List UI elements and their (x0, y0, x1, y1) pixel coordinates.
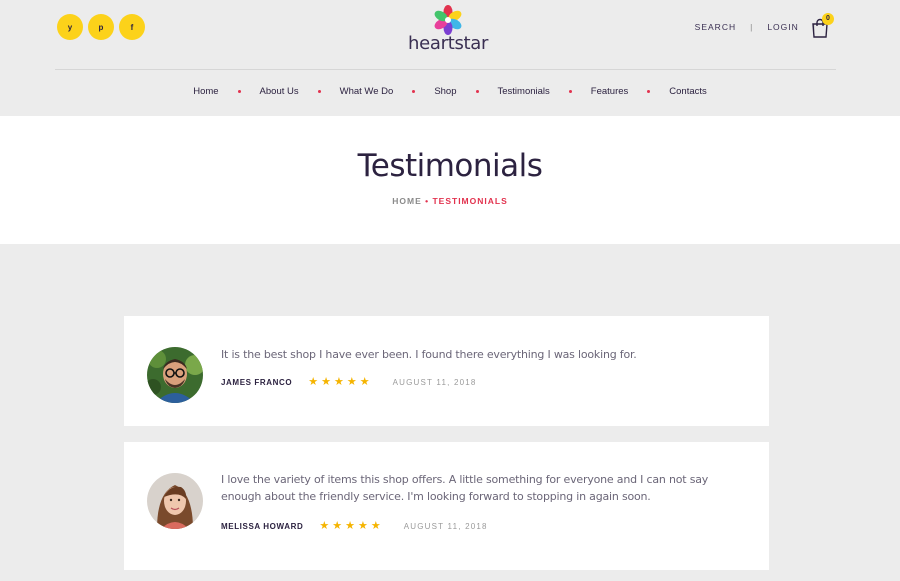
star-icon: ★ (346, 376, 358, 388)
site-logo[interactable]: heartstar (408, 5, 488, 54)
breadcrumb-home[interactable]: HOME (392, 196, 422, 206)
rating-stars: ★ ★ ★ ★ ★ (319, 520, 382, 532)
testimonial-quote: I love the variety of items this shop of… (221, 473, 709, 503)
rating-stars: ★ ★ ★ ★ ★ (308, 376, 371, 388)
separator: | (750, 22, 754, 32)
testimonial-quote: It is the best shop I have ever been. I … (221, 348, 637, 361)
testimonial-meta: JAMES FRANCO ★ ★ ★ ★ ★ AUGUST 11, 2018 (221, 376, 477, 388)
facebook-icon[interactable]: f (119, 14, 145, 40)
social-links: y p f (57, 14, 145, 40)
star-icon: ★ (359, 376, 371, 388)
nav-item-shop[interactable]: Shop (432, 86, 458, 97)
breadcrumb: HOME • TESTIMONIALS (0, 196, 900, 206)
star-icon: ★ (321, 376, 332, 388)
nav-dot (237, 90, 241, 93)
nav-dot (317, 90, 321, 93)
testimonial-card: It is the best shop I have ever been. I … (124, 316, 769, 426)
nav-item-contacts[interactable]: Contacts (667, 86, 709, 97)
twitter-icon[interactable]: y (57, 14, 83, 40)
cart-count-badge: 0 (822, 13, 834, 25)
avatar-photo (147, 473, 203, 529)
page-title: Testimonials (357, 148, 543, 184)
star-icon: ★ (319, 520, 331, 532)
author-name: MELISSA HOWARD (221, 521, 304, 531)
site-header: y p f heartstar SEARCH | LOGIN | 0 Home … (0, 0, 900, 116)
breadcrumb-separator: • (425, 196, 430, 206)
avatar-photo (147, 347, 203, 403)
testimonial-date: AUGUST 11, 2018 (392, 377, 477, 387)
star-icon: ★ (308, 376, 320, 388)
star-icon: ★ (333, 376, 345, 388)
main-nav: Home About Us What We Do Shop Testimonia… (0, 86, 900, 97)
nav-dot (647, 90, 651, 93)
star-icon: ★ (357, 520, 369, 532)
star-icon: ★ (345, 520, 356, 532)
page-title-band: Testimonials HOME • TESTIMONIALS (0, 116, 900, 244)
nav-dot (568, 90, 572, 93)
nav-dot (412, 90, 416, 93)
avatar (147, 347, 203, 403)
nav-item-home[interactable]: Home (191, 86, 220, 97)
star-icon: ★ (370, 520, 382, 532)
search-link[interactable]: SEARCH (695, 22, 736, 32)
author-name: JAMES FRANCO (221, 377, 293, 387)
nav-item-about-us[interactable]: About Us (258, 86, 301, 97)
logo-text: heartstar (408, 33, 489, 54)
avatar (147, 473, 203, 529)
nav-item-testimonials[interactable]: Testimonials (496, 86, 552, 97)
header-divider (55, 69, 836, 70)
nav-item-features[interactable]: Features (589, 86, 631, 97)
star-icon: ★ (332, 520, 344, 532)
heartstar-logo-icon (434, 5, 462, 35)
testimonial-card: I love the variety of items this shop of… (124, 442, 769, 570)
testimonial-date: AUGUST 11, 2018 (403, 521, 488, 531)
login-link[interactable]: LOGIN (767, 22, 798, 32)
nav-item-what-we-do[interactable]: What We Do (338, 86, 396, 97)
nav-dot (475, 90, 479, 93)
testimonial-meta: MELISSA HOWARD ★ ★ ★ ★ ★ AUGUST 11, 2018 (221, 520, 488, 532)
utility-links: SEARCH | LOGIN | (695, 22, 830, 32)
breadcrumb-current: TESTIMONIALS (432, 196, 508, 206)
pinterest-icon[interactable]: p (88, 14, 114, 40)
